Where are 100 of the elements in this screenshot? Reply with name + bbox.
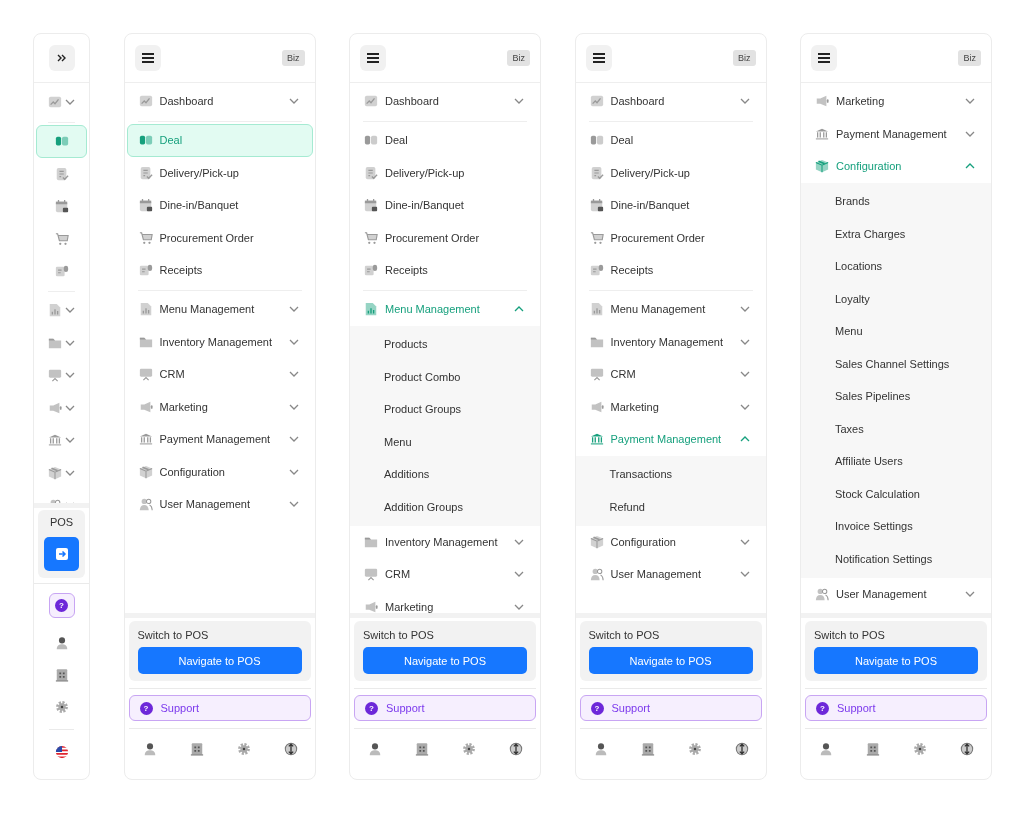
globe-icon[interactable]: [509, 742, 523, 756]
support-button[interactable]: ? Support: [805, 695, 987, 721]
nav-item[interactable]: [36, 125, 87, 158]
settings-icon[interactable]: [913, 742, 927, 756]
nav-item[interactable]: Deal: [577, 124, 764, 157]
building-icon[interactable]: [866, 742, 880, 756]
navigate-button[interactable]: Navigate to POS: [137, 647, 302, 674]
menu-button[interactable]: [585, 45, 612, 71]
submenu-item[interactable]: Menu: [350, 425, 540, 458]
user-icon[interactable]: [54, 636, 69, 650]
nav-item[interactable]: Dine-in/Banquet: [577, 189, 764, 222]
user-icon[interactable]: [142, 742, 157, 756]
settings-icon[interactable]: [687, 742, 702, 756]
navigate-button[interactable]: Navigate to POS: [814, 647, 978, 674]
navigate-button[interactable]: Navigate to POS: [588, 647, 753, 674]
nav-item[interactable]: Dine-in/Banquet: [126, 189, 313, 222]
nav-item[interactable]: Marketing: [352, 590, 538, 613]
user-icon[interactable]: [593, 742, 608, 756]
menu-button[interactable]: [134, 45, 161, 71]
submenu-item[interactable]: Affiliate Users: [801, 445, 991, 478]
nav-item[interactable]: Marketing: [577, 390, 764, 423]
nav-item[interactable]: Dashboard: [352, 85, 538, 118]
submenu-item[interactable]: Locations: [801, 250, 991, 283]
nav-item[interactable]: Configuration: [577, 525, 764, 558]
nav-item[interactable]: Inventory Management: [352, 525, 538, 558]
building-icon[interactable]: [640, 742, 655, 756]
nav-item[interactable]: Dashboard: [577, 85, 764, 118]
building-icon[interactable]: [189, 742, 204, 756]
nav-item[interactable]: Payment Management: [126, 423, 313, 456]
submenu-item[interactable]: Additions: [350, 458, 540, 491]
building-icon[interactable]: [415, 742, 429, 756]
submenu-item[interactable]: Refund: [575, 490, 766, 523]
nav-item[interactable]: Marketing: [126, 390, 313, 423]
nav-item[interactable]: CRM: [577, 358, 764, 391]
user-icon[interactable]: [819, 742, 833, 756]
nav-item[interactable]: User Management: [577, 558, 764, 591]
nav-item[interactable]: CRM: [126, 358, 313, 391]
support-button[interactable]: ? Support: [354, 695, 536, 721]
nav-item[interactable]: Payment Management: [803, 117, 989, 150]
support-button[interactable]: ?: [48, 593, 75, 618]
nav-item[interactable]: Receipts: [126, 254, 313, 287]
nav-item[interactable]: Deal: [352, 124, 538, 157]
nav-item[interactable]: Menu Management: [577, 293, 764, 326]
nav-item[interactable]: Inventory Management: [577, 325, 764, 358]
settings-icon[interactable]: [462, 742, 476, 756]
nav-item[interactable]: User Management: [126, 488, 313, 521]
navigate-button[interactable]: Navigate to POS: [363, 647, 527, 674]
megaphone-icon: [48, 400, 62, 415]
nav-item[interactable]: Receipts: [577, 254, 764, 287]
submenu-item[interactable]: Transactions: [575, 458, 766, 491]
submenu-item[interactable]: Sales Channel Settings: [801, 347, 991, 380]
settings-icon[interactable]: [54, 700, 69, 714]
globe-icon[interactable]: [283, 742, 298, 756]
calendar-icon: [364, 198, 378, 213]
submenu-item[interactable]: Invoice Settings: [801, 510, 991, 543]
nav-item[interactable]: Procurement Order: [126, 221, 313, 254]
building-icon[interactable]: [54, 668, 69, 682]
menu-button[interactable]: [360, 45, 386, 71]
nav-item[interactable]: Dashboard: [126, 85, 313, 118]
submenu-item[interactable]: Brands: [801, 185, 991, 218]
nav-item[interactable]: Marketing: [803, 85, 989, 118]
submenu-item[interactable]: Addition Groups: [350, 490, 540, 523]
navigate-button[interactable]: [44, 537, 79, 571]
submenu-item[interactable]: Product Groups: [350, 393, 540, 426]
submenu-item[interactable]: Notification Settings: [801, 542, 991, 575]
nav-item[interactable]: Procurement Order: [352, 221, 538, 254]
bank-icon: [138, 432, 153, 447]
nav-item[interactable]: Delivery/Pick-up: [126, 156, 313, 189]
submenu-item[interactable]: Product Combo: [350, 360, 540, 393]
nav-item[interactable]: User Management: [803, 577, 989, 610]
bank-icon: [589, 432, 604, 447]
nav-item[interactable]: Receipts: [352, 254, 538, 287]
nav-item[interactable]: Procurement Order: [577, 221, 764, 254]
nav-item[interactable]: Dine-in/Banquet: [352, 189, 538, 222]
submenu-item[interactable]: Stock Calculation: [801, 477, 991, 510]
cart-icon: [364, 230, 378, 245]
submenu-item[interactable]: Sales Pipelines: [801, 380, 991, 413]
support-button[interactable]: ? Support: [128, 695, 311, 721]
nav-item[interactable]: Configuration: [126, 455, 313, 488]
nav-item[interactable]: Delivery/Pick-up: [577, 156, 764, 189]
menu-button[interactable]: [811, 45, 837, 71]
expand-button[interactable]: [48, 45, 75, 71]
nav-item[interactable]: Inventory Management: [126, 325, 313, 358]
submenu-item[interactable]: Taxes: [801, 412, 991, 445]
menu-icon: [818, 53, 830, 63]
nav-item[interactable]: Delivery/Pick-up: [352, 156, 538, 189]
monitor-icon: [364, 567, 378, 582]
support-button[interactable]: ? Support: [579, 695, 762, 721]
settings-icon[interactable]: [236, 742, 251, 756]
nav-item[interactable]: CRM: [352, 558, 538, 591]
submenu-item[interactable]: Menu: [801, 315, 991, 348]
globe-icon[interactable]: [734, 742, 749, 756]
flag-icon[interactable]: [54, 745, 69, 759]
nav-item[interactable]: Menu Management: [126, 293, 313, 326]
account-badge: Biz: [733, 50, 756, 66]
submenu-item[interactable]: Extra Charges: [801, 217, 991, 250]
submenu-item[interactable]: Loyalty: [801, 282, 991, 315]
submenu-item[interactable]: Products: [350, 328, 540, 361]
user-icon[interactable]: [368, 742, 382, 756]
globe-icon[interactable]: [960, 742, 974, 756]
